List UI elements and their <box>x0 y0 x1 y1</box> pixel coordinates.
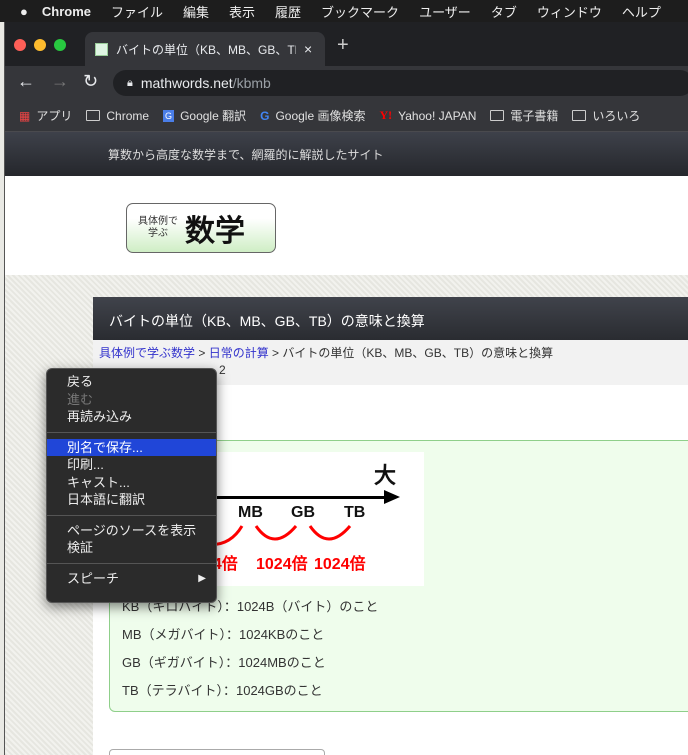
google-translate-icon: G <box>163 109 175 122</box>
bookmark-label: いろいろ <box>592 109 641 123</box>
article-title-text: バイトの単位（KB、MB、GB、TB）の意味と換算 <box>109 313 425 329</box>
menu-print[interactable]: 印刷... <box>47 456 216 474</box>
menu-view[interactable]: 表示 <box>229 2 255 21</box>
site-header: 算数から高度な数学まで、網羅的に解説したサイト <box>5 132 688 176</box>
article-title: バイトの単位（KB、MB、GB、TB）の意味と換算 <box>93 297 688 340</box>
close-tab-icon[interactable]: × <box>304 41 312 57</box>
bookmark-label: Google 画像検索 <box>275 109 366 123</box>
menu-forward: 進む <box>67 391 94 407</box>
tab-title: バイトの単位（KB、MB、GB、TB）の意味と換算 <box>116 42 296 57</box>
lock-icon: 🔒︎ <box>127 76 133 89</box>
unit-gb: GB <box>291 504 315 521</box>
url-domain: mathwords.net <box>140 75 233 91</box>
factor-2: 1024倍 <box>256 556 308 573</box>
bookmark-label: Chrome <box>106 108 150 123</box>
logo-small-text: 具体例で学ぶ <box>138 216 178 239</box>
bookmark-label: Yahoo! JAPAN <box>398 108 477 123</box>
factor-3: 1024倍 <box>314 556 366 573</box>
folder-icon <box>490 110 505 121</box>
definition-list: KB（キロバイト）：1024B（バイト）のこと MB（メガバイト）：1024KB… <box>122 593 378 705</box>
menu-save-as[interactable]: 別名で保存... <box>47 438 216 456</box>
definition-gb: GB（ギガバイト）：1024MBのこと <box>122 655 326 670</box>
bottom-box <box>109 749 325 755</box>
unit-tb: TB <box>344 504 366 521</box>
bookmark-label: アプリ <box>36 109 73 123</box>
site-logo[interactable]: 具体例で学ぶ 数学 <box>126 203 276 253</box>
menu-translate[interactable]: 日本語に翻訳 <box>47 491 216 509</box>
bookmark-label: Google 翻訳 <box>180 109 247 123</box>
menu-view-source[interactable]: ページのソースを表示 <box>47 522 216 540</box>
url-path: /kbmb <box>232 75 271 91</box>
menu-user[interactable]: ユーザー <box>419 2 471 21</box>
submenu-arrow-icon: ▶ <box>198 572 206 584</box>
menu-window[interactable]: ウィンドウ <box>537 2 602 21</box>
breadcrumb-category[interactable]: 日常の計算 <box>209 346 269 360</box>
menu-inspect[interactable]: 検証 <box>47 539 216 557</box>
bookmark-apps[interactable]: ▦ アプリ <box>19 107 72 124</box>
reload-icon[interactable]: ↻ <box>83 71 98 92</box>
menu-help[interactable]: ヘルプ <box>622 2 661 21</box>
menu-history[interactable]: 履歴 <box>275 2 301 21</box>
bookmark-google-translate[interactable]: G Google 翻訳 <box>163 107 246 124</box>
menu-speech[interactable]: スピーチ ▶ <box>47 570 216 588</box>
menu-edit[interactable]: 編集 <box>183 2 209 21</box>
favicon-icon <box>95 42 108 56</box>
breadcrumb-current: バイトの単位（KB、MB、GB、TB）の意味と換算 <box>282 346 554 360</box>
menu-back[interactable]: 戻る <box>47 373 216 391</box>
menu-file[interactable]: ファイル <box>111 2 163 21</box>
back-icon[interactable]: ← <box>17 71 35 92</box>
site-tagline: 算数から高度な数学まで、網羅的に解説したサイト <box>108 148 384 162</box>
tab-strip: バイトの単位（KB、MB、GB、TB）の意味と換算 × + <box>5 22 688 66</box>
bookmark-google-images[interactable]: G Google 画像検索 <box>260 107 365 124</box>
minimize-window-button[interactable] <box>34 39 46 51</box>
logo-big-text: 数学 <box>185 214 245 249</box>
bookmark-ebooks[interactable]: 電子書籍 <box>490 107 558 124</box>
tab-active[interactable]: バイトの単位（KB、MB、GB、TB）の意味と換算 × <box>85 32 325 66</box>
apps-grid-icon: ▦ <box>19 108 31 123</box>
menu-cast[interactable]: キャスト... <box>47 474 216 492</box>
menu-separator <box>47 562 216 564</box>
context-menu: 戻る 進む 再読み込み 別名で保存... 印刷... キャスト... 日本語に翻… <box>46 368 217 603</box>
definition-mb: MB（メガバイト）：1024KBのこと <box>122 627 325 642</box>
breadcrumb-home[interactable]: 具体例で学ぶ数学 <box>99 346 195 360</box>
bookmark-chrome[interactable]: Chrome <box>86 109 149 123</box>
logo-area: 具体例で学ぶ 数学 <box>5 176 688 275</box>
unit-mb: MB <box>238 504 263 521</box>
menu-reload[interactable]: 再読み込み <box>47 408 216 426</box>
yahoo-icon: Y! <box>379 108 393 122</box>
menu-tab[interactable]: タブ <box>491 2 517 21</box>
bookmark-misc[interactable]: いろいろ <box>572 107 640 124</box>
menu-bookmarks[interactable]: ブックマーク <box>321 2 399 21</box>
arrow-head <box>384 490 400 504</box>
zoom-window-button[interactable] <box>54 39 66 51</box>
curved-arrow <box>308 525 352 541</box>
menu-separator <box>47 514 216 516</box>
address-bar[interactable]: 🔒︎ mathwords.net /kbmb <box>113 70 688 96</box>
folder-icon <box>86 110 101 121</box>
menu-separator <box>47 431 216 433</box>
bookmarks-bar: ▦ アプリ Chrome G Google 翻訳 G Google 画像検索 Y! Ya… <box>5 100 688 132</box>
mac-menubar: ● Chrome ファイル 編集 表示 履歴 ブックマーク ユーザー タブ ウィ… <box>0 0 688 22</box>
bookmark-label: 電子書籍 <box>510 109 559 123</box>
folder-icon <box>572 110 587 121</box>
bookmark-yahoo[interactable]: Y! Yahoo! JAPAN <box>379 108 476 123</box>
curved-arrow <box>254 525 298 541</box>
menu-speech-label: スピーチ <box>67 570 120 586</box>
last-updated: 2 <box>219 363 226 377</box>
apple-icon[interactable]: ● <box>20 4 28 19</box>
close-window-button[interactable] <box>14 39 26 51</box>
google-icon: G <box>260 108 270 123</box>
big-label: 大 <box>374 463 397 488</box>
menu-chrome[interactable]: Chrome <box>42 4 91 19</box>
new-tab-button[interactable]: + <box>337 34 349 57</box>
forward-icon[interactable]: → <box>51 71 69 92</box>
definition-tb: TB（テラバイト）：1024GBのこと <box>122 683 323 698</box>
